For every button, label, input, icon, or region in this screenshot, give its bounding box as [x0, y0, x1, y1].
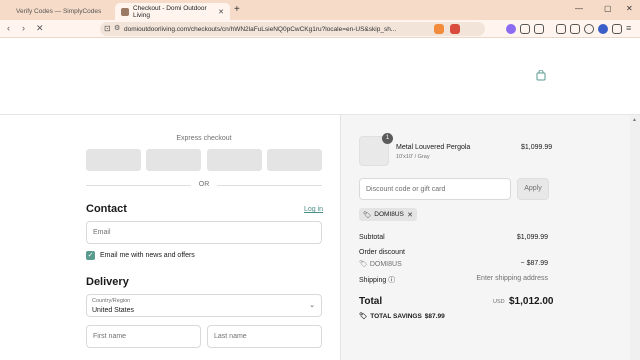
last-name-placeholder: Last name: [214, 333, 247, 340]
store-header: [0, 38, 640, 115]
subtotal-value: $1,099.99: [516, 234, 548, 241]
total-savings: 🏷 TOTAL SAVINGS $87.99: [359, 312, 445, 321]
chevron-down-icon: ⌄: [309, 302, 315, 309]
site-info-icon[interactable]: ⚙: [114, 24, 120, 32]
express-pay-button[interactable]: [267, 149, 322, 171]
apply-button[interactable]: Apply: [517, 178, 549, 200]
country-label: Country/Region: [92, 298, 131, 304]
express-checkout-label: Express checkout: [176, 135, 232, 142]
reload-icon[interactable]: ✕: [36, 23, 44, 34]
extension-icon[interactable]: [520, 24, 530, 34]
tag-icon: 🏷: [359, 261, 368, 268]
tab-verify-codes[interactable]: Verify Codes — SimplyCodes: [10, 3, 115, 20]
first-name-placeholder: First name: [93, 333, 127, 340]
express-pay-button[interactable]: [207, 149, 262, 171]
quantity-badge: 1: [382, 133, 393, 144]
info-icon[interactable]: ⓘ: [388, 277, 395, 284]
checkout-form: Express checkout OR Contact Log in Email…: [0, 115, 340, 360]
scroll-up-icon[interactable]: ▲: [632, 117, 637, 123]
bookmark-icon[interactable]: ⊡: [104, 24, 111, 33]
shipping-value: Enter shipping address: [476, 275, 548, 282]
subtotal-label: Subtotal: [359, 234, 385, 241]
newsletter-label: Email me with news and offers: [100, 252, 195, 259]
wallet-icon[interactable]: [598, 24, 608, 34]
page-scrollbar[interactable]: ▲: [630, 115, 640, 360]
address-bar[interactable]: ⊡ ⚙ domioutdoorliving.com/checkouts/cn/h…: [100, 22, 485, 36]
extension-icon[interactable]: [534, 24, 544, 34]
express-pay-button[interactable]: [86, 149, 141, 171]
shipping-label: Shipping: [359, 277, 387, 284]
last-name-field[interactable]: Last name: [207, 325, 322, 348]
new-tab-icon[interactable]: +: [234, 4, 240, 15]
download-icon[interactable]: [612, 24, 622, 34]
shopping-bag-icon[interactable]: [536, 70, 546, 81]
maximize-icon[interactable]: ▢: [604, 4, 612, 13]
extension-icon[interactable]: [506, 24, 516, 34]
minimize-icon[interactable]: —: [575, 4, 583, 13]
applied-code-chip: 🏷 DOMI8US ✕: [359, 208, 417, 221]
tab-checkout[interactable]: Checkout - Domi Outdoor Living ✕: [115, 3, 230, 20]
newsletter-checkbox[interactable]: ✓: [86, 251, 95, 260]
order-discount-label: Order discount: [359, 249, 405, 256]
browser-toolbar: ‹ › ✕ ⊡ ⚙ domioutdoorliving.com/checkout…: [0, 20, 640, 38]
express-pay-button[interactable]: [146, 149, 201, 171]
discount-code-row: 🏷 DOMI8US: [359, 260, 402, 268]
email-field[interactable]: Email: [86, 221, 322, 244]
country-value: United States: [92, 307, 135, 314]
rewards-icon[interactable]: [450, 24, 460, 34]
order-summary: 1 Metal Louvered Pergola 10'x10' / Gray …: [340, 115, 630, 360]
applied-code: DOMI8US: [374, 211, 404, 218]
close-window-icon[interactable]: ✕: [626, 4, 633, 13]
back-icon[interactable]: ‹: [7, 23, 10, 33]
menu-icon[interactable]: ≡: [626, 23, 631, 33]
close-tab-icon[interactable]: ✕: [218, 8, 224, 16]
brave-shield-icon[interactable]: [434, 24, 444, 34]
total-label: Total: [359, 296, 383, 307]
login-link[interactable]: Log in: [304, 206, 323, 213]
first-name-field[interactable]: First name: [86, 325, 201, 348]
browser-tab-bar: Verify Codes — SimplyCodes Checkout - Do…: [0, 0, 640, 20]
forward-icon[interactable]: ›: [22, 23, 25, 33]
product-name: Metal Louvered Pergola: [396, 144, 471, 151]
discount-value: − $87.99: [520, 260, 548, 267]
product-variant: 10'x10' / Gray: [396, 154, 430, 160]
sidebar-icon[interactable]: [556, 24, 566, 34]
email-placeholder: Email: [93, 229, 111, 236]
or-divider: OR: [86, 181, 322, 189]
country-select[interactable]: Country/Region United States ⌄: [86, 294, 322, 317]
vpn-icon[interactable]: [584, 24, 594, 34]
store-favicon-icon: [121, 7, 129, 16]
discount-placeholder: Discount code or gift card: [366, 185, 446, 193]
product-price: $1,099.99: [521, 144, 553, 151]
total-currency: USD: [493, 299, 505, 305]
delivery-heading: Delivery: [86, 276, 129, 288]
remove-code-icon[interactable]: ✕: [407, 211, 413, 219]
savings-label: TOTAL SAVINGS: [370, 312, 422, 320]
total-value: $1,012.00: [509, 296, 554, 307]
savings-value: $87.99: [424, 312, 445, 320]
tab-title: Checkout - Domi Outdoor Living: [133, 4, 207, 19]
extensions-puzzle-icon[interactable]: [570, 24, 580, 34]
tag-icon: 🏷: [363, 211, 372, 219]
url-text: domioutdoorliving.com/checkouts/cn/hWN2l…: [124, 25, 397, 33]
shipping-row: Shipping ⓘ: [359, 275, 395, 285]
contact-heading: Contact: [86, 203, 127, 215]
discount-code: DOMI8US: [369, 261, 402, 268]
tag-icon: 🏷: [359, 313, 368, 320]
discount-code-input[interactable]: Discount code or gift card: [359, 178, 511, 200]
tab-title: Verify Codes — SimplyCodes: [16, 8, 102, 15]
